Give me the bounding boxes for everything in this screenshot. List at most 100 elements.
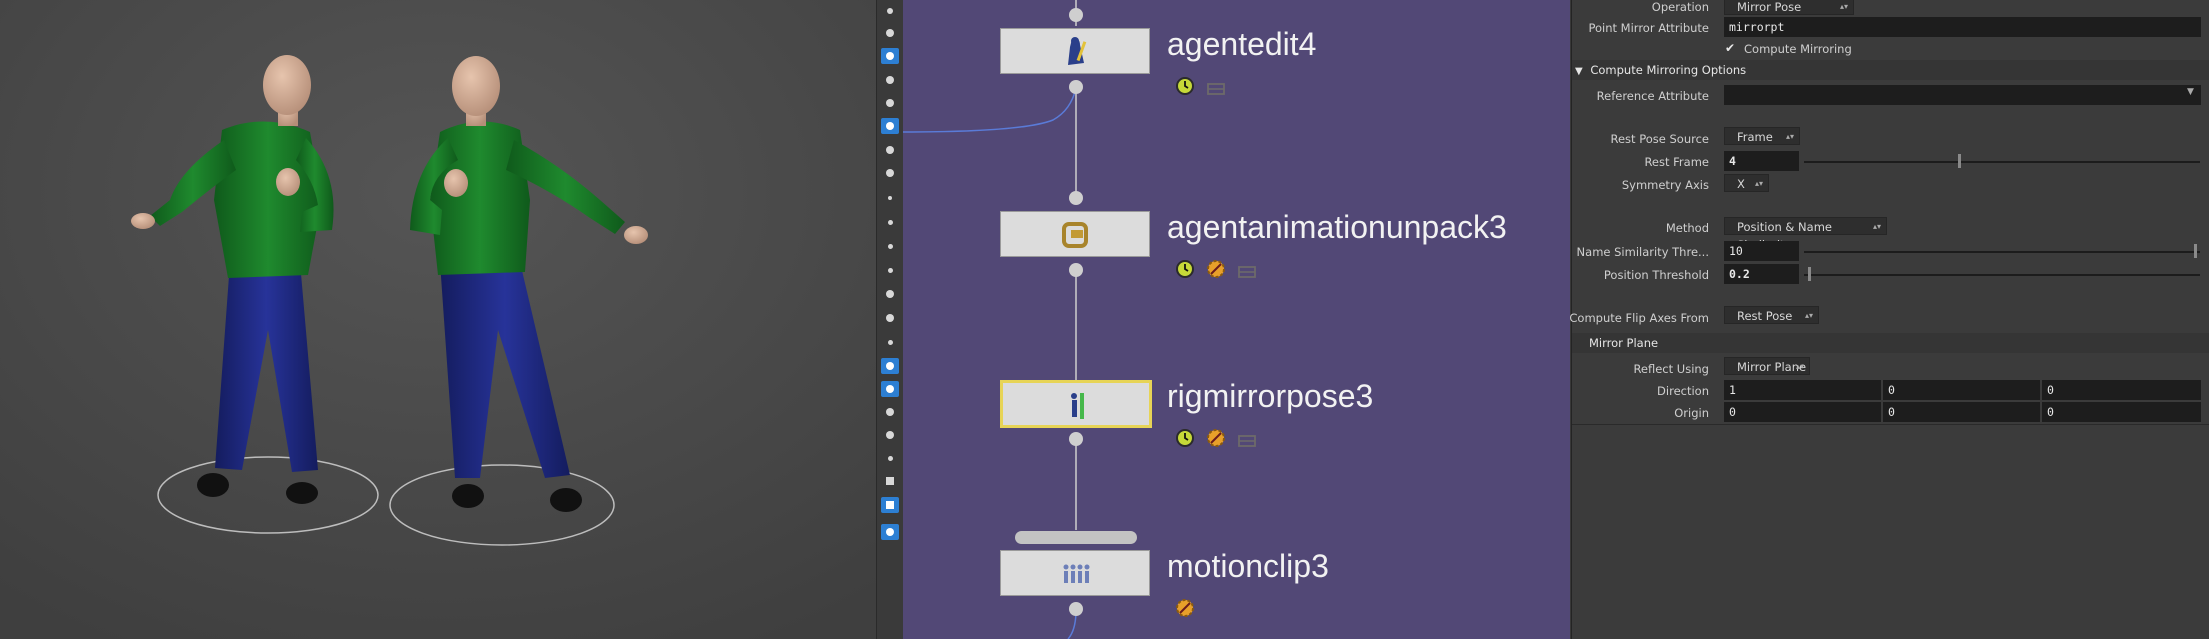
square-icon[interactable]	[881, 473, 899, 489]
scene-viewport[interactable]	[0, 0, 876, 639]
motion-clip-icon	[1054, 557, 1096, 591]
pin-icon[interactable]	[881, 524, 899, 540]
origin-z-field[interactable]: 0	[2042, 402, 2201, 422]
edge-icon[interactable]	[881, 214, 899, 230]
light-icon[interactable]	[881, 48, 899, 64]
input-port[interactable]	[1069, 602, 1083, 616]
numbers-icon[interactable]	[881, 262, 899, 278]
compute-mirroring-checkbox[interactable]: ✔	[1725, 42, 1738, 55]
position-threshold-slider-knob[interactable]	[1808, 267, 1811, 281]
rest-frame-slider[interactable]	[1804, 161, 2200, 163]
display-icon[interactable]	[881, 25, 899, 41]
guide-icon[interactable]	[881, 334, 899, 350]
menu-arrows-icon: ▴▾	[1839, 2, 1848, 11]
operation-label: Operation	[1651, 0, 1709, 14]
origin-y-field[interactable]: 0	[1883, 402, 2040, 422]
point-icon[interactable]	[881, 190, 899, 206]
node-tile[interactable]	[1000, 28, 1150, 74]
menu-arrows-icon: ▴▾	[1785, 132, 1794, 141]
light-bulb-alt-icon[interactable]	[881, 95, 899, 111]
viewport-scene	[0, 0, 876, 639]
rest-pose-source-menu[interactable]: Frame ▴▾	[1724, 127, 1800, 145]
compute-mirroring-options-header[interactable]: ▼ Compute Mirroring Options	[1572, 60, 2209, 80]
reflect-using-menu[interactable]: Mirror Plane ▴▾	[1724, 357, 1810, 375]
compute-flip-axes-from-value: Rest Pose	[1737, 309, 1793, 323]
lock-icon	[1206, 78, 1226, 98]
render-view-icon[interactable]	[881, 497, 899, 513]
collapse-triangle-icon: ▼	[1575, 66, 1583, 77]
input-port[interactable]	[1069, 432, 1083, 446]
input-port[interactable]	[1069, 80, 1083, 94]
origin-x-field[interactable]: 0	[1724, 402, 1881, 422]
position-threshold-slider[interactable]	[1804, 274, 2200, 276]
name-similarity-threshold-slider[interactable]	[1804, 251, 2200, 253]
operation-value: Mirror Pose	[1737, 0, 1802, 14]
name-similarity-threshold-label: Name Similarity Thre...	[1576, 245, 1709, 259]
lock-icon	[1237, 261, 1257, 281]
camera-icon[interactable]	[881, 142, 899, 158]
direction-label: Direction	[1657, 384, 1709, 398]
parameter-panel: Operation Mirror Pose ▴▾ Point Mirror At…	[1569, 0, 2209, 639]
node-name: rigmirrorpose3	[1167, 378, 1374, 414]
operation-menu[interactable]: Mirror Pose ▴▾	[1724, 0, 1854, 15]
input-bar[interactable]	[1015, 531, 1137, 544]
compute-mirroring-label: Compute Mirroring	[1744, 42, 1852, 56]
close-icon[interactable]	[881, 3, 899, 19]
position-threshold-label: Position Threshold	[1603, 268, 1709, 282]
rest-pose-source-value: Frame	[1737, 130, 1773, 144]
reference-attribute-label: Reference Attribute	[1596, 89, 1709, 103]
cook-gear-icon	[1206, 259, 1226, 279]
direction-y-field[interactable]: 0	[1883, 380, 2040, 400]
viewport-toolbar	[876, 0, 904, 639]
shading-icon[interactable]	[881, 118, 899, 134]
compute-flip-axes-from-label: Compute Flip Axes From	[1569, 311, 1709, 325]
section-title: Compute Mirroring Options	[1590, 63, 1747, 77]
light-bulb-icon[interactable]	[881, 72, 899, 88]
input-port[interactable]	[1069, 263, 1083, 277]
node-name: agentedit4	[1167, 26, 1317, 62]
compute-flip-axes-from-menu[interactable]: Rest Pose ▴▾	[1724, 306, 1819, 324]
name-similarity-threshold-field[interactable]: 10	[1724, 241, 1799, 261]
name-similarity-threshold-slider-knob[interactable]	[2194, 244, 2197, 258]
grid-icon[interactable]	[881, 381, 899, 397]
rest-frame-label: Rest Frame	[1644, 155, 1709, 169]
wrench-icon[interactable]	[881, 358, 899, 374]
normals-icon[interactable]	[881, 310, 899, 326]
node-name: motionclip3	[1167, 548, 1329, 584]
direction-x-field[interactable]: 1	[1724, 380, 1881, 400]
mirror-plane-header[interactable]: Mirror Plane	[1572, 333, 2209, 353]
background-icon[interactable]	[881, 404, 899, 420]
clock-icon	[1175, 76, 1195, 96]
node-tile[interactable]	[1000, 550, 1150, 596]
menu-arrows-icon: ▴▾	[1872, 222, 1881, 231]
pen-icon[interactable]	[881, 238, 899, 254]
template-icon[interactable]	[881, 286, 899, 302]
dropdown-arrow-icon[interactable]: ▼	[2187, 87, 2194, 97]
point-mirror-attribute-label: Point Mirror Attribute	[1588, 21, 1709, 35]
method-menu[interactable]: Position & Name Similarity ▴▾	[1724, 217, 1887, 252]
input-port[interactable]	[1069, 191, 1083, 205]
network-editor[interactable]: agentedit4 agentanimationunpack3 rigmirr…	[903, 0, 1570, 639]
symmetry-axis-menu[interactable]: X ▴▾	[1724, 174, 1769, 192]
reference-attribute-field[interactable]	[1724, 85, 2201, 105]
position-threshold-field[interactable]: 0.2	[1724, 264, 1799, 284]
lock-icon	[1237, 430, 1257, 450]
rest-frame-field[interactable]: 4	[1724, 151, 1799, 171]
handle-icon[interactable]	[881, 450, 899, 466]
rest-frame-slider-knob[interactable]	[1958, 154, 1961, 168]
node-tile-selected[interactable]	[1000, 380, 1152, 428]
cook-gear-icon	[1175, 598, 1195, 618]
output-port[interactable]	[1069, 8, 1083, 22]
clock-icon	[1175, 259, 1195, 279]
symmetry-axis-value: X	[1737, 177, 1745, 191]
film-reel-icon	[1054, 218, 1096, 252]
image-icon[interactable]	[881, 427, 899, 443]
point-mirror-attribute-field[interactable]: mirrorpt	[1724, 17, 2201, 37]
node-tile[interactable]	[1000, 211, 1150, 257]
panel-divider	[1572, 424, 2209, 425]
rest-pose-source-label: Rest Pose Source	[1610, 132, 1710, 146]
rig-mirror-icon	[1056, 389, 1098, 423]
direction-z-field[interactable]: 0	[2042, 380, 2201, 400]
agent-edit-icon	[1054, 35, 1096, 69]
snapshot-icon[interactable]	[881, 165, 899, 181]
